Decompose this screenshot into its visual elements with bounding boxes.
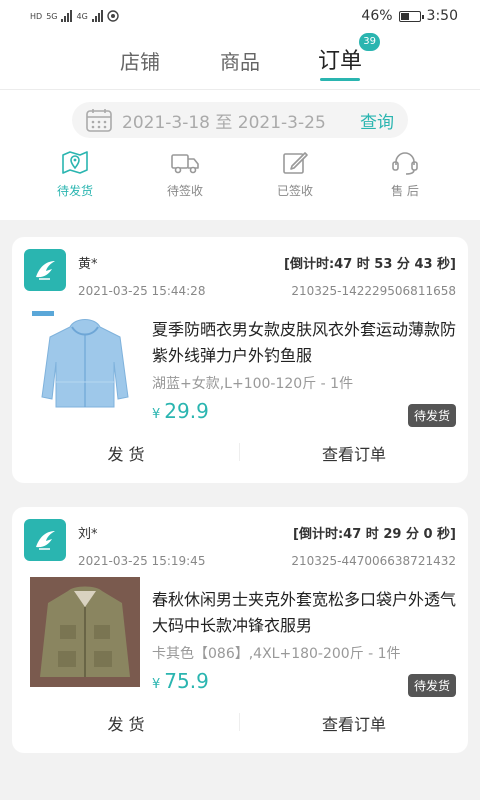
5g-label: 5G: [46, 11, 58, 21]
jacket-image-icon: [30, 577, 140, 687]
signal-icon-2: [91, 10, 103, 22]
buyer-info: 刘* 2021-03-25 15:19:45: [78, 519, 291, 569]
battery-percent: 46%: [361, 8, 393, 24]
calendar-icon[interactable]: [86, 108, 112, 132]
price-value: 29.9: [164, 399, 209, 423]
product-spec: 卡其色【086】,4XL+180-200斤 - 1件: [152, 646, 401, 662]
clock: 3:50: [426, 8, 458, 24]
order-time: 2021-03-25 15:19:45: [78, 554, 206, 568]
order-meta: [倒计时:47 时 29 分 0 秒] 210325-4470066387214…: [291, 519, 456, 569]
date-range-text[interactable]: 2021-3-18 至 2021-3-25: [122, 108, 360, 133]
order-number: 210325-142229506811658: [291, 284, 456, 298]
tab-shop[interactable]: 店铺: [90, 46, 190, 89]
currency-symbol: ¥: [152, 677, 161, 692]
price-value: 75.9: [164, 669, 209, 693]
wifi-icon: [107, 10, 119, 22]
network-indicators: HD 5G 4G: [30, 10, 119, 22]
status-tab-after-sales[interactable]: 售 后: [365, 148, 445, 210]
countdown: [倒计时:47 时 29 分 0 秒]: [291, 523, 456, 542]
status-right: 46% 3:50: [361, 8, 458, 24]
battery-icon: [398, 10, 424, 22]
shop-logo-icon: [24, 519, 66, 561]
buyer-name: 刘*: [78, 527, 98, 542]
order-product[interactable]: 春秋休闲男士夹克外套宽松多口袋户外透气大码中长款冲锋衣服男 卡其色【086】,4…: [12, 569, 468, 697]
map-pin-icon: [62, 151, 88, 174]
status-tab-received[interactable]: 已签收: [255, 148, 335, 210]
order-card[interactable]: 刘* 2021-03-25 15:19:45 [倒计时:47 时 29 分 0 …: [12, 507, 468, 753]
product-spec: 湖蓝+女款,L+100-120斤 - 1件: [152, 376, 354, 392]
view-order-button[interactable]: 查看订单: [240, 441, 468, 465]
signal-icon: [61, 10, 73, 22]
status-bar: HD 5G 4G 46% 3:50: [0, 0, 480, 32]
query-button[interactable]: 查询: [360, 108, 394, 133]
jacket-image-icon: [32, 311, 129, 408]
currency-symbol: ¥: [152, 407, 161, 422]
buyer-info: 黄* 2021-03-25 15:44:28: [78, 249, 284, 299]
status-tab-pending-receipt[interactable]: 待签收: [145, 148, 225, 210]
order-product[interactable]: 夏季防晒衣男女款皮肤风衣外套运动薄款防紫外线弹力户外钓鱼服 湖蓝+女款,L+10…: [12, 299, 468, 427]
buyer-name: 黄*: [78, 257, 98, 272]
top-area: HD 5G 4G 46% 3:50 店铺 商品 订单 39 2021-3-18 …: [0, 0, 480, 220]
countdown-text: [倒计时:47 时 53 分 43 秒]: [284, 257, 456, 272]
product-image: [30, 577, 140, 687]
edit-icon: [283, 152, 308, 174]
view-order-button[interactable]: 查看订单: [240, 711, 468, 735]
status-tab-label: 已签收: [276, 184, 313, 198]
4g-label: 4G: [76, 11, 88, 21]
date-filter: 2021-3-18 至 2021-3-25 查询: [72, 102, 408, 138]
order-number: 210325-447006638721432: [291, 554, 456, 568]
date-filter-area: 2021-3-18 至 2021-3-25 查询: [0, 90, 480, 138]
product-info: 夏季防晒衣男女款皮肤风衣外套运动薄款防紫外线弹力户外钓鱼服 湖蓝+女款,L+10…: [152, 307, 457, 427]
order-meta: [倒计时:47 时 53 分 43 秒] 210325-142229506811…: [284, 249, 456, 299]
order-time: 2021-03-25 15:44:28: [78, 284, 206, 298]
ship-button[interactable]: 发 货: [12, 441, 240, 465]
product-info: 春秋休闲男士夹克外套宽松多口袋户外透气大码中长款冲锋衣服男 卡其色【086】,4…: [152, 577, 457, 697]
product-title: 春秋休闲男士夹克外套宽松多口袋户外透气大码中长款冲锋衣服男: [152, 590, 457, 635]
countdown: [倒计时:47 时 53 分 43 秒]: [284, 253, 456, 272]
shop-logo-icon: [24, 249, 66, 291]
status-tab-pending-shipment[interactable]: 待发货: [35, 148, 115, 210]
main-tabs: 店铺 商品 订单 39: [0, 32, 480, 90]
order-actions: 发 货 查看订单: [12, 423, 468, 483]
countdown-text: [倒计时:47 时 29 分 0 秒]: [293, 527, 456, 542]
order-card[interactable]: 黄* 2021-03-25 15:44:28 [倒计时:47 时 53 分 43…: [12, 237, 468, 483]
order-list: 黄* 2021-03-25 15:44:28 [倒计时:47 时 53 分 43…: [0, 220, 480, 753]
product-title: 夏季防晒衣男女款皮肤风衣外套运动薄款防紫外线弹力户外钓鱼服: [152, 320, 457, 365]
tab-shop-label: 店铺: [120, 50, 160, 74]
truck-icon: [171, 154, 199, 174]
headset-icon: [392, 152, 418, 175]
status-badge: 待发货: [407, 404, 456, 427]
orders-count-badge: 39: [359, 33, 380, 51]
active-tab-indicator: [320, 78, 360, 81]
order-actions: 发 货 查看订单: [12, 693, 468, 753]
product-image: [30, 307, 140, 417]
status-tab-label: 待签收: [166, 184, 203, 198]
order-header: 刘* 2021-03-25 15:19:45 [倒计时:47 时 29 分 0 …: [12, 507, 468, 569]
order-status-tabs: 待发货 待签收 已签收 售 后: [0, 138, 480, 220]
tab-products[interactable]: 商品: [190, 46, 290, 89]
status-tab-label: 售 后: [391, 184, 419, 198]
tab-products-label: 商品: [220, 50, 260, 74]
status-badge: 待发货: [407, 674, 456, 697]
order-header: 黄* 2021-03-25 15:44:28 [倒计时:47 时 53 分 43…: [12, 237, 468, 299]
hd-label: HD: [30, 11, 43, 21]
ship-button[interactable]: 发 货: [12, 711, 240, 735]
status-tab-label: 待发货: [56, 184, 93, 198]
tab-orders-label: 订单: [317, 49, 362, 74]
tab-orders[interactable]: 订单 39: [290, 33, 390, 89]
